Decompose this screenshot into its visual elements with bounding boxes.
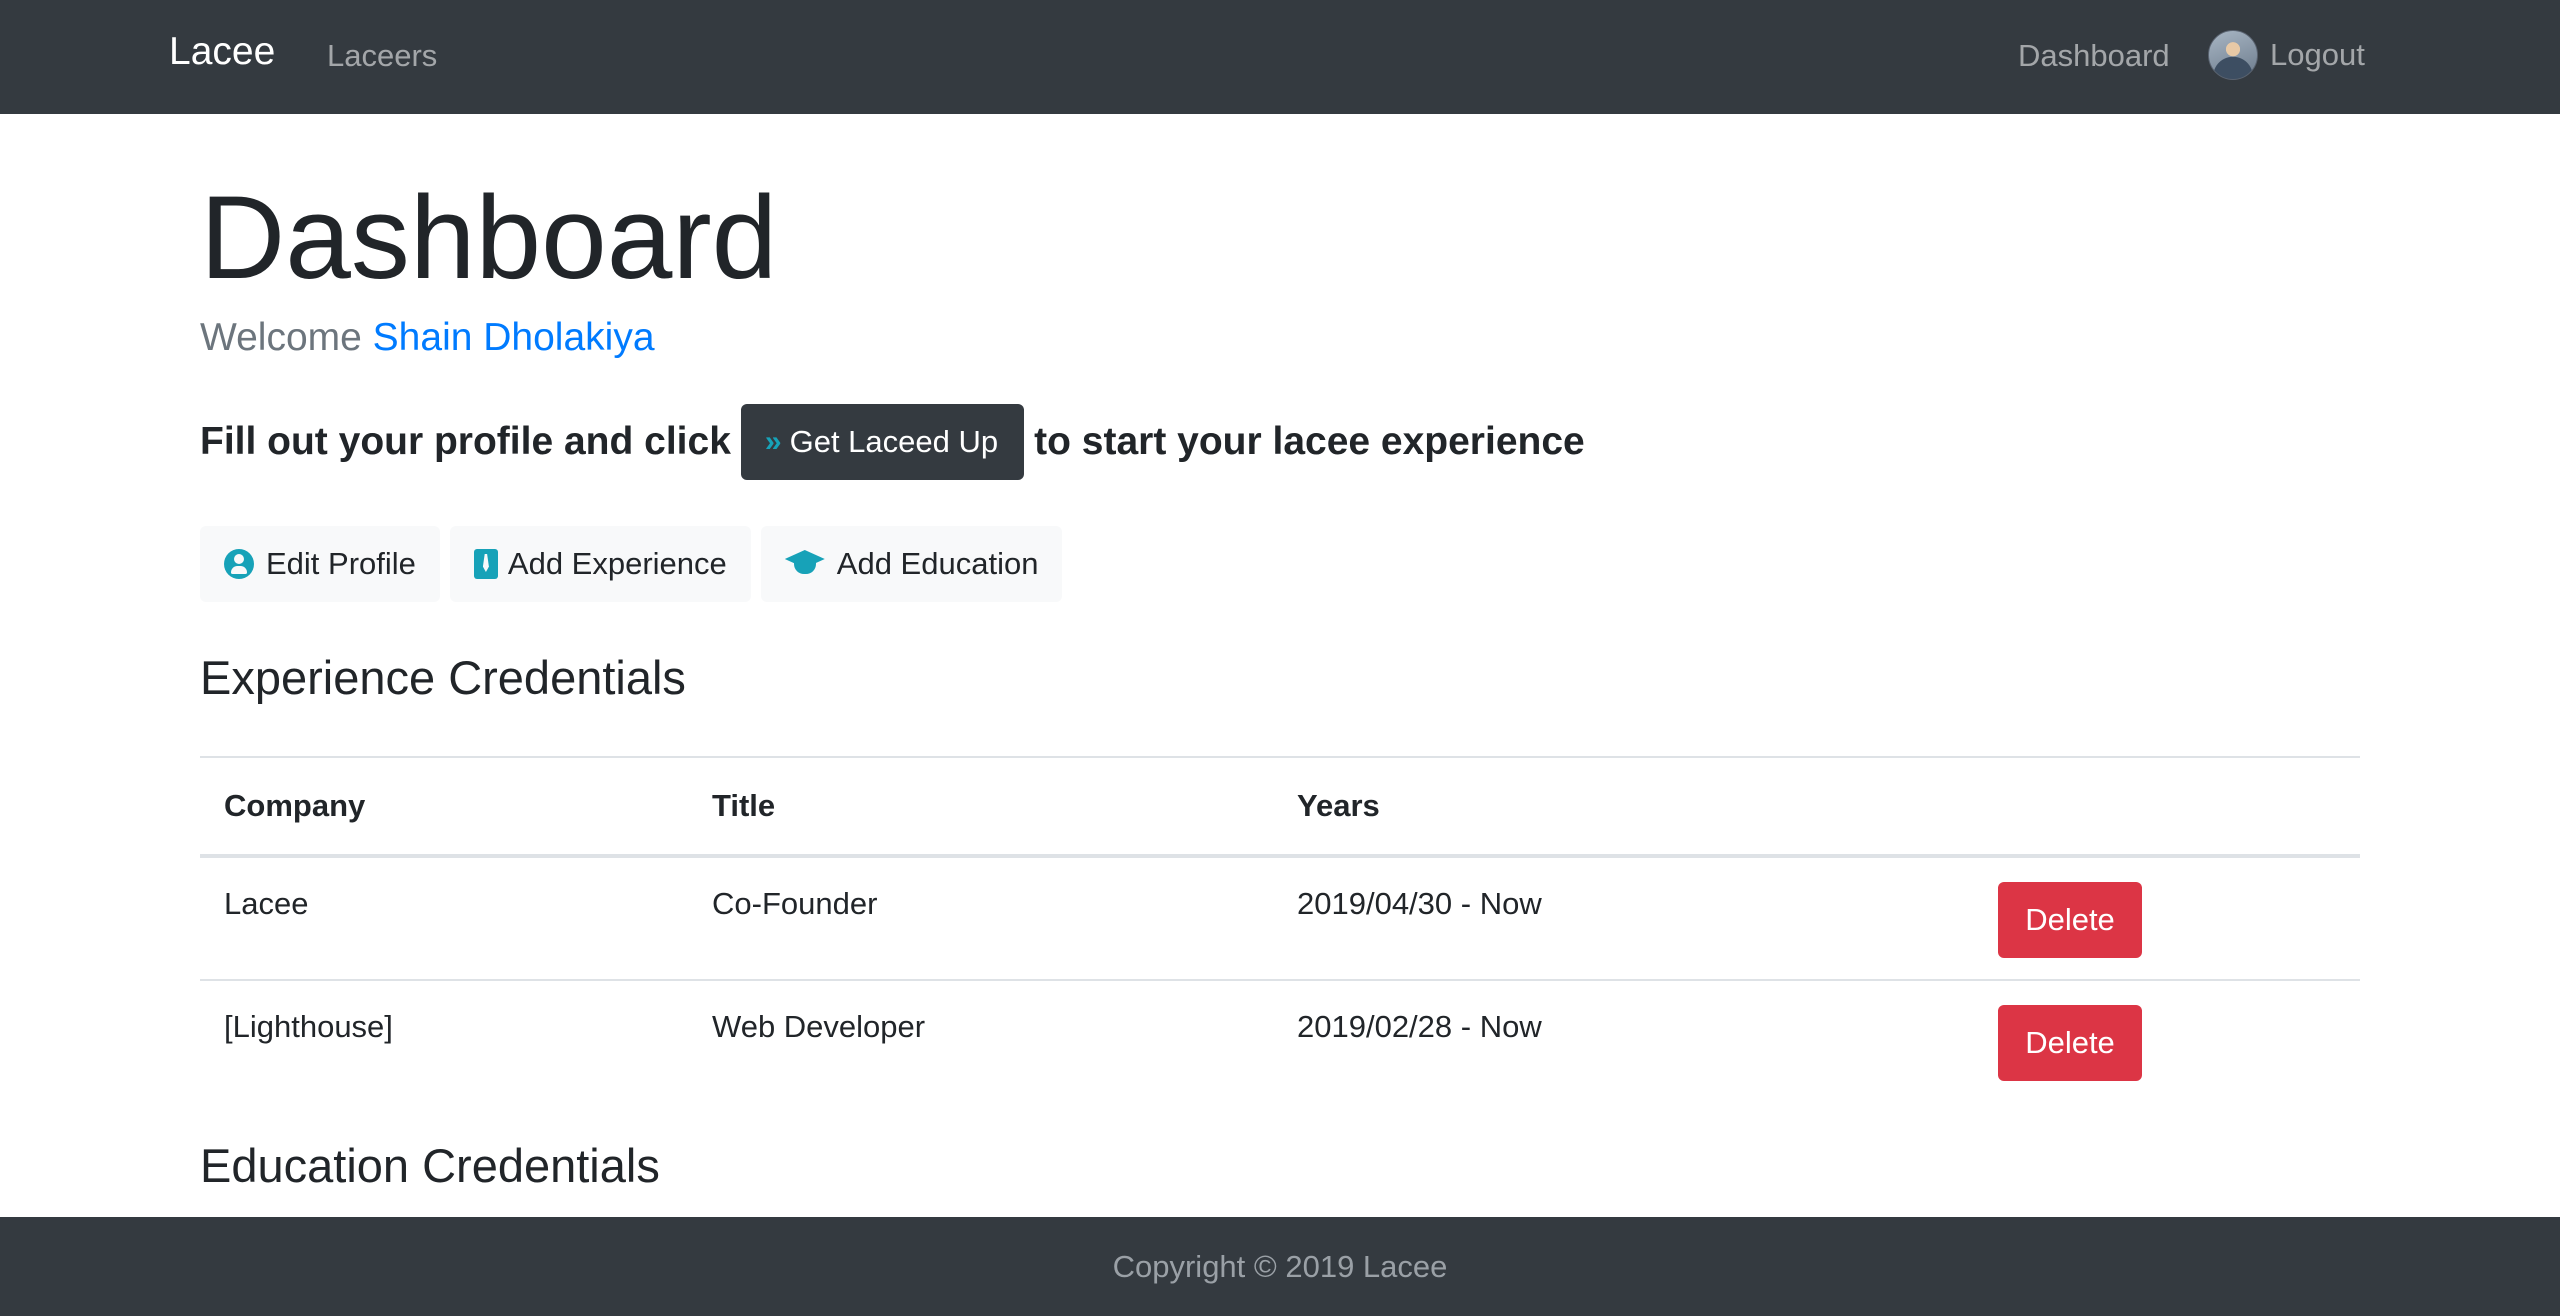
logout-label: Logout — [2270, 37, 2365, 72]
delete-button[interactable]: Delete — [1998, 882, 2142, 958]
footer: Copyright © 2019 Lacee — [0, 1217, 2560, 1316]
add-experience-button[interactable]: Add Experience — [449, 526, 751, 602]
table-header-row: Company Title Years — [200, 756, 2360, 858]
title-cell: Co-Founder — [688, 856, 1273, 981]
welcome-prefix: Welcome — [200, 316, 362, 359]
cta-text-before: Fill out your profile and click — [200, 420, 731, 463]
edit-profile-button[interactable]: Edit Profile — [200, 526, 440, 602]
column-header-years: Years — [1273, 756, 1974, 858]
user-profile-link[interactable]: Shain Dholakiya — [373, 316, 655, 359]
nav-link-laceers[interactable]: Laceers — [327, 38, 437, 74]
welcome-text: Welcome Shain Dholakiya — [200, 316, 655, 360]
avatar — [2208, 30, 2258, 80]
get-laceed-up-label: Get Laceed Up — [789, 424, 999, 459]
column-header-title: Title — [688, 756, 1273, 858]
graduation-cap-icon — [785, 550, 825, 578]
years-cell: 2019/02/28 - Now — [1297, 1009, 1542, 1044]
experience-heading: Experience Credentials — [200, 651, 686, 704]
add-education-button[interactable]: Add Education — [760, 526, 1063, 602]
column-header-company: Company — [200, 756, 688, 858]
edit-profile-label: Edit Profile — [266, 546, 416, 581]
cta-text-after: to start your lacee experience — [1034, 420, 1585, 463]
table-row: Lacee Co-Founder 2019/04/30 - Now Delete — [200, 856, 2360, 981]
company-cell: Lacee — [200, 856, 688, 981]
add-experience-label: Add Experience — [507, 546, 727, 581]
education-heading: Education Credentials — [200, 1139, 660, 1192]
column-header-actions — [1974, 756, 2360, 858]
actions-cell: Delete — [1974, 856, 2360, 981]
brand-logo-link[interactable]: Lacee — [169, 30, 275, 74]
add-education-label: Add Education — [836, 546, 1039, 581]
nav-link-dashboard[interactable]: Dashboard — [2018, 38, 2170, 74]
copyright-text: Copyright © 2019 Lacee — [1112, 1248, 1448, 1284]
user-circle-icon — [224, 549, 254, 579]
actions-cell: Delete — [1974, 980, 2360, 1104]
years-cell: 2019/04/30 - Now — [1273, 856, 1974, 981]
logout-link[interactable]: Logout — [2208, 30, 2365, 80]
get-laceed-up-button[interactable]: » Get Laceed Up — [740, 404, 1025, 480]
delete-button[interactable]: Delete — [1998, 1005, 2142, 1081]
experience-table: Company Title Years Lacee Co-Founder 201… — [200, 756, 2360, 1104]
dashboard-actions: Edit Profile Add Experience Add Educatio… — [200, 526, 1063, 602]
table-row: [Lighthouse] Web Developer 2019/02/28 - … — [200, 980, 2360, 1104]
double-chevron-right-icon: » — [764, 425, 782, 458]
page-title: Dashboard — [200, 172, 778, 304]
title-cell: Web Developer — [712, 1009, 926, 1044]
company-cell: [Lighthouse] — [224, 1009, 393, 1044]
profile-cta: Fill out your profile and click » Get La… — [200, 404, 1585, 480]
navbar: Lacee Laceers Dashboard Logout — [0, 0, 2560, 114]
tie-icon — [473, 549, 498, 579]
